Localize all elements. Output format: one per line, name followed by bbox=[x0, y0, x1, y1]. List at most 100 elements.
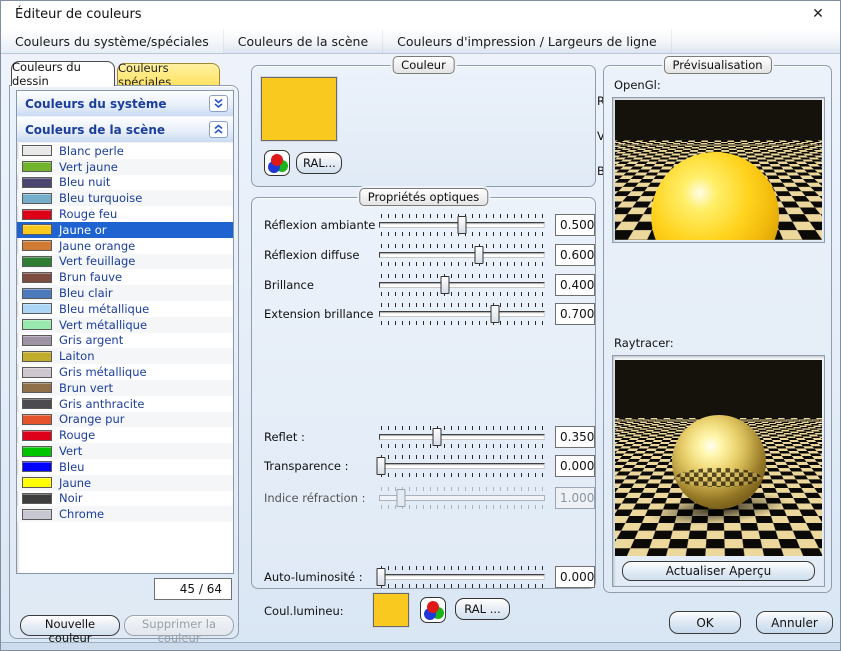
rgb-picker-icon[interactable] bbox=[264, 150, 290, 176]
value-box[interactable]: 0.350 bbox=[555, 426, 595, 448]
color-list-item[interactable]: Vert feuillage bbox=[17, 254, 233, 270]
section-couleurs-du-systeme[interactable]: Couleurs du système bbox=[17, 91, 233, 117]
slider-thumb[interactable] bbox=[474, 246, 483, 264]
color-list-item[interactable]: Bleu métallique bbox=[17, 301, 233, 317]
value-box[interactable]: 0.400 bbox=[555, 274, 595, 296]
color-list-item[interactable]: Bleu turquoise bbox=[17, 190, 233, 206]
slider-label: Indice réfraction : bbox=[264, 491, 365, 505]
color-name: Blanc perle bbox=[59, 144, 124, 158]
tick-marks bbox=[381, 244, 543, 248]
close-icon[interactable]: ✕ bbox=[809, 6, 827, 22]
color-list-item[interactable]: Brun vert bbox=[17, 380, 233, 396]
slider-track[interactable] bbox=[379, 311, 545, 317]
expand-section-button[interactable] bbox=[209, 95, 228, 112]
color-list-item[interactable]: Jaune bbox=[17, 475, 233, 491]
color-name: Bleu nuit bbox=[59, 175, 110, 189]
slider-thumb[interactable] bbox=[491, 305, 500, 323]
tick-marks bbox=[381, 262, 543, 266]
color-swatch bbox=[22, 367, 52, 378]
slider-track[interactable] bbox=[379, 282, 545, 288]
slider-track[interactable] bbox=[379, 574, 545, 580]
color-list-item[interactable]: Brun fauve bbox=[17, 269, 233, 285]
window-bottom-edge bbox=[1, 642, 840, 650]
slider-thumb[interactable] bbox=[376, 568, 385, 586]
diffuse-reflection-slider[interactable] bbox=[379, 244, 545, 266]
color-list-item[interactable]: Bleu bbox=[17, 459, 233, 475]
value-box[interactable]: 0.600 bbox=[555, 244, 595, 266]
color-name: Jaune or bbox=[59, 223, 107, 237]
color-swatch bbox=[22, 319, 52, 330]
color-list-item[interactable]: Bleu clair bbox=[17, 285, 233, 301]
color-swatch bbox=[22, 240, 52, 251]
red-circle-icon bbox=[271, 154, 283, 166]
drawing-colors-panel: Couleurs du système Couleurs de la scène bbox=[9, 85, 239, 639]
slider-thumb[interactable] bbox=[441, 276, 450, 294]
refresh-preview-button[interactable]: Actualiser Aperçu bbox=[622, 561, 815, 581]
color-swatch bbox=[22, 272, 52, 283]
color-name: Chrome bbox=[59, 507, 104, 521]
transparency-slider[interactable] bbox=[379, 455, 545, 477]
slider-thumb[interactable] bbox=[376, 457, 385, 475]
value-box[interactable]: 0.500 bbox=[555, 214, 595, 236]
value-box[interactable]: 0.000 bbox=[555, 455, 595, 477]
color-list-item[interactable]: Gris argent bbox=[17, 333, 233, 349]
color-list-item[interactable]: Vert jaune bbox=[17, 159, 233, 175]
color-list-item[interactable]: Bleu nuit bbox=[17, 175, 233, 191]
color-list-item[interactable]: Blanc perle bbox=[17, 143, 233, 159]
value-box[interactable]: 0.700 bbox=[555, 303, 595, 325]
new-color-button[interactable]: Nouvelle couleur bbox=[20, 615, 120, 636]
slider-track[interactable] bbox=[379, 252, 545, 258]
auto-luminosity-slider[interactable] bbox=[379, 566, 545, 588]
tab-couleurs-de-la-scene[interactable]: Couleurs de la scène bbox=[224, 29, 383, 53]
cancel-button[interactable]: Annuler bbox=[756, 611, 833, 634]
shininess-slider[interactable] bbox=[379, 274, 545, 296]
current-color-swatch bbox=[261, 77, 337, 141]
slider-label: Auto-luminosité : bbox=[264, 570, 363, 584]
section-label: Couleurs du système bbox=[25, 97, 209, 111]
slider-thumb[interactable] bbox=[458, 216, 467, 234]
luminous-color-swatch bbox=[373, 593, 409, 627]
delete-color-button[interactable]: Supprimer la couleur bbox=[124, 615, 234, 636]
slider-track[interactable] bbox=[379, 434, 545, 440]
tick-marks bbox=[381, 455, 543, 459]
tab-couleurs-du-dessin[interactable]: Couleurs du dessin bbox=[11, 61, 115, 86]
color-editor-dialog: Éditeur de couleurs ✕ Couleurs du systèm… bbox=[0, 0, 841, 651]
color-list-item[interactable]: Chrome bbox=[17, 506, 233, 522]
tick-marks bbox=[381, 444, 543, 448]
dialog-content: Couleurs du dessin Couleurs spéciales Co… bbox=[1, 54, 840, 644]
value-box: 1.000 bbox=[555, 487, 595, 509]
rgb-picker-icon[interactable] bbox=[420, 597, 446, 623]
color-list-item[interactable]: Orange pur bbox=[17, 412, 233, 428]
tick-marks bbox=[381, 303, 543, 307]
color-list-item[interactable]: Noir bbox=[17, 491, 233, 507]
color-list-item[interactable]: Gris métallique bbox=[17, 364, 233, 380]
tick-marks bbox=[381, 487, 543, 491]
value-box[interactable]: 0.000 bbox=[555, 566, 595, 588]
collapse-section-button[interactable] bbox=[209, 121, 228, 138]
slider-track[interactable] bbox=[379, 463, 545, 469]
shininess-extension-slider[interactable] bbox=[379, 303, 545, 325]
slider-thumb[interactable] bbox=[433, 428, 442, 446]
refraction-index-row: Indice réfraction : 1.000 bbox=[252, 487, 597, 509]
tab-couleurs-speciales[interactable]: Couleurs spéciales bbox=[117, 63, 220, 86]
color-list-item[interactable]: Jaune orange bbox=[17, 238, 233, 254]
ok-button[interactable]: OK bbox=[669, 611, 741, 634]
tab-couleurs-impression[interactable]: Couleurs d'impression / Largeurs de lign… bbox=[383, 29, 672, 53]
color-list-item[interactable]: Gris anthracite bbox=[17, 396, 233, 412]
gold-sphere-raytraced bbox=[672, 415, 766, 509]
color-list-item[interactable]: Rouge feu bbox=[17, 206, 233, 222]
color-name: Gris argent bbox=[59, 333, 123, 347]
color-list-item[interactable]: Vert bbox=[17, 443, 233, 459]
color-list-item[interactable]: Jaune or bbox=[17, 222, 233, 238]
color-swatch bbox=[22, 224, 52, 235]
color-list-item[interactable]: Rouge bbox=[17, 427, 233, 443]
tab-couleurs-systeme-speciales[interactable]: Couleurs du système/spéciales bbox=[1, 29, 224, 53]
reflection-slider[interactable] bbox=[379, 426, 545, 448]
ral-button[interactable]: RAL... bbox=[296, 152, 342, 174]
ral-luminous-button[interactable]: RAL ... bbox=[455, 598, 510, 620]
color-list-item[interactable]: Vert métallique bbox=[17, 317, 233, 333]
ambient-reflection-slider[interactable] bbox=[379, 214, 545, 236]
color-list-item[interactable]: Laiton bbox=[17, 348, 233, 364]
transparency-row: Transparence : 0.000 bbox=[252, 455, 597, 477]
section-couleurs-de-la-scene[interactable]: Couleurs de la scène bbox=[17, 117, 233, 143]
